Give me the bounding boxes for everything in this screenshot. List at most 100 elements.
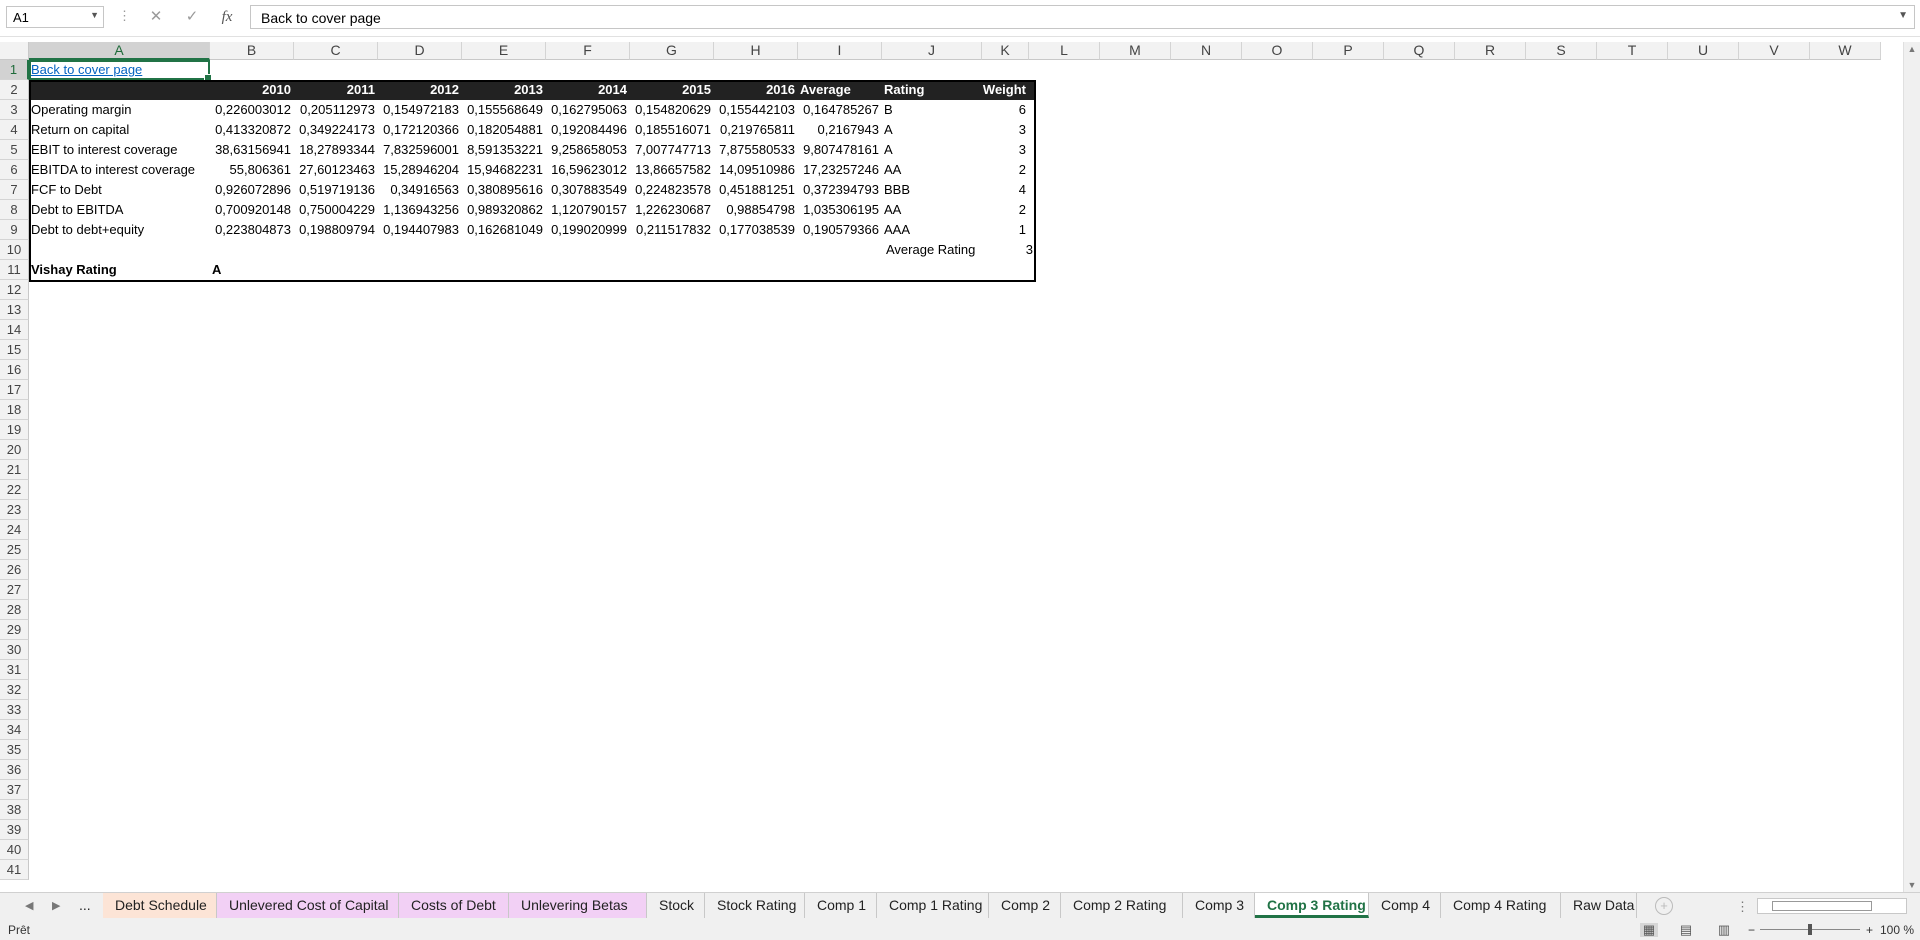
column-header-f[interactable]: F (546, 42, 630, 60)
sheet-tab-debt-schedule[interactable]: Debt Schedule (103, 893, 217, 918)
row-header-22[interactable]: 22 (0, 480, 29, 500)
formula-input[interactable]: Back to cover page ▼ (250, 5, 1915, 29)
column-header-k[interactable]: K (982, 42, 1029, 60)
row-header-27[interactable]: 27 (0, 580, 29, 600)
add-sheet-icon[interactable]: + (1655, 897, 1673, 915)
sheet-tab-comp-2-rating[interactable]: Comp 2 Rating (1061, 893, 1183, 918)
column-header-m[interactable]: M (1100, 42, 1171, 60)
horizontal-scrollbar[interactable] (1757, 898, 1907, 914)
row-header-23[interactable]: 23 (0, 500, 29, 520)
row-header-37[interactable]: 37 (0, 780, 29, 800)
row-header-10[interactable]: 10 (0, 240, 29, 260)
scroll-thumb[interactable] (1772, 901, 1872, 911)
column-header-h[interactable]: H (714, 42, 798, 60)
sheet-tab-unlevering-betas[interactable]: Unlevering Betas (509, 893, 647, 918)
row-header-18[interactable]: 18 (0, 400, 29, 420)
column-header-s[interactable]: S (1526, 42, 1597, 60)
column-header-q[interactable]: Q (1384, 42, 1455, 60)
chevron-down-icon[interactable]: ▼ (90, 10, 99, 20)
normal-view-icon[interactable]: ▦ (1640, 923, 1658, 937)
scroll-up-icon[interactable]: ▲ (1904, 42, 1920, 56)
row-header-9[interactable]: 9 (0, 220, 29, 240)
row-header-35[interactable]: 35 (0, 740, 29, 760)
row-header-24[interactable]: 24 (0, 520, 29, 540)
column-header-c[interactable]: C (294, 42, 378, 60)
row-header-3[interactable]: 3 (0, 100, 29, 120)
prev-sheet-icon[interactable]: ◀ (25, 899, 33, 912)
row-header-38[interactable]: 38 (0, 800, 29, 820)
page-break-icon[interactable]: ▥ (1715, 923, 1733, 937)
sheet-tab-comp-3[interactable]: Comp 3 (1183, 893, 1255, 918)
column-header-a[interactable]: A (29, 42, 210, 60)
sheet-tab-costs-of-debt[interactable]: Costs of Debt (399, 893, 509, 918)
row-header-20[interactable]: 20 (0, 440, 29, 460)
sheet-tab-comp-4[interactable]: Comp 4 (1369, 893, 1441, 918)
sheet-tab-more[interactable]: ... (73, 893, 103, 918)
next-sheet-icon[interactable]: ▶ (52, 899, 60, 912)
sheet-tab-stock[interactable]: Stock (647, 893, 705, 918)
column-header-w[interactable]: W (1810, 42, 1881, 60)
row-header-15[interactable]: 15 (0, 340, 29, 360)
row-header-32[interactable]: 32 (0, 680, 29, 700)
row-header-41[interactable]: 41 (0, 860, 29, 880)
zoom-in-icon[interactable]: + (1866, 920, 1873, 940)
enter-icon[interactable]: ✓ (181, 7, 203, 27)
row-header-31[interactable]: 31 (0, 660, 29, 680)
name-box[interactable]: A1 ▼ (6, 6, 104, 28)
sheet-tab-comp-3-rating[interactable]: Comp 3 Rating (1255, 893, 1369, 918)
column-header-o[interactable]: O (1242, 42, 1313, 60)
page-layout-icon[interactable]: ▤ (1677, 923, 1695, 937)
chevron-down-icon[interactable]: ▼ (1898, 10, 1908, 21)
row-header-1[interactable]: 1 (0, 60, 29, 80)
row-header-25[interactable]: 25 (0, 540, 29, 560)
row-header-34[interactable]: 34 (0, 720, 29, 740)
column-header-r[interactable]: R (1455, 42, 1526, 60)
sheet-tab-unlevered-cost-of-capital[interactable]: Unlevered Cost of Capital (217, 893, 399, 918)
column-header-v[interactable]: V (1739, 42, 1810, 60)
sheet-tab-stock-rating[interactable]: Stock Rating (705, 893, 805, 918)
cancel-icon[interactable]: ✕ (145, 7, 167, 27)
row-header-6[interactable]: 6 (0, 160, 29, 180)
zoom-slider-knob[interactable] (1808, 924, 1812, 935)
select-all-corner[interactable] (0, 42, 29, 60)
row-header-13[interactable]: 13 (0, 300, 29, 320)
row-header-11[interactable]: 11 (0, 260, 29, 280)
sheet-tab-comp-1-rating[interactable]: Comp 1 Rating (877, 893, 989, 918)
row-header-21[interactable]: 21 (0, 460, 29, 480)
function-icon[interactable]: fx (216, 7, 238, 27)
column-header-g[interactable]: G (630, 42, 714, 60)
row-header-2[interactable]: 2 (0, 80, 29, 100)
column-header-p[interactable]: P (1313, 42, 1384, 60)
row-header-19[interactable]: 19 (0, 420, 29, 440)
column-header-j[interactable]: J (882, 42, 982, 60)
column-header-e[interactable]: E (462, 42, 546, 60)
sheet-tab-comp-4-rating[interactable]: Comp 4 Rating (1441, 893, 1561, 918)
row-header-36[interactable]: 36 (0, 760, 29, 780)
row-header-30[interactable]: 30 (0, 640, 29, 660)
column-header-i[interactable]: I (798, 42, 882, 60)
row-header-33[interactable]: 33 (0, 700, 29, 720)
column-header-n[interactable]: N (1171, 42, 1242, 60)
row-header-14[interactable]: 14 (0, 320, 29, 340)
row-header-16[interactable]: 16 (0, 360, 29, 380)
zoom-out-icon[interactable]: − (1748, 920, 1755, 940)
zoom-level[interactable]: 100 % (1880, 920, 1914, 940)
sheet-tab-comp-1[interactable]: Comp 1 (805, 893, 877, 918)
zoom-slider[interactable] (1760, 924, 1860, 935)
row-header-26[interactable]: 26 (0, 560, 29, 580)
column-header-l[interactable]: L (1029, 42, 1100, 60)
column-header-u[interactable]: U (1668, 42, 1739, 60)
row-header-40[interactable]: 40 (0, 840, 29, 860)
column-header-t[interactable]: T (1597, 42, 1668, 60)
column-header-b[interactable]: B (210, 42, 294, 60)
row-header-28[interactable]: 28 (0, 600, 29, 620)
row-header-17[interactable]: 17 (0, 380, 29, 400)
row-header-4[interactable]: 4 (0, 120, 29, 140)
row-header-8[interactable]: 8 (0, 200, 29, 220)
vertical-scrollbar[interactable]: ▲ ▼ (1903, 42, 1920, 892)
row-header-12[interactable]: 12 (0, 280, 29, 300)
scroll-down-icon[interactable]: ▼ (1904, 878, 1920, 892)
worksheet-grid[interactable]: Back to cover page 2010 2011 2012 2013 2014 2… (29, 60, 1904, 890)
sheet-tab-raw-data[interactable]: Raw Data (1561, 893, 1637, 918)
row-header-29[interactable]: 29 (0, 620, 29, 640)
